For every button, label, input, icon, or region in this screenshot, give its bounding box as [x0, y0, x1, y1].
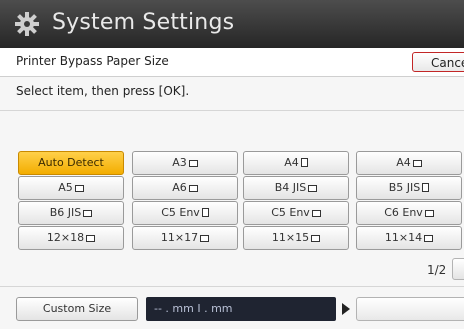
option-label: A4 — [396, 156, 411, 169]
option-label: C6 Env — [384, 206, 423, 219]
paper-orientation-icon — [188, 160, 198, 167]
paper-size-option[interactable]: A4 — [243, 151, 349, 175]
option-label: A4 — [284, 156, 299, 169]
paper-orientation-icon — [308, 185, 318, 192]
paper-size-option[interactable]: 11×17 — [132, 226, 238, 250]
paper-orientation-icon — [311, 235, 321, 242]
next-field-button[interactable] — [356, 297, 464, 321]
paper-orientation-icon — [74, 185, 84, 192]
option-label: B4 JIS — [274, 181, 307, 194]
paper-orientation-icon — [412, 160, 422, 167]
paper-size-option[interactable]: C5 Env — [132, 201, 238, 225]
page-counter: 1/2 — [427, 263, 447, 277]
page-up-button[interactable] — [452, 258, 464, 280]
paper-size-option[interactable]: 12×18 — [18, 226, 124, 250]
custom-size-display: -- . mm I . mm — [146, 297, 336, 321]
paper-size-option[interactable]: B4 JIS — [243, 176, 349, 200]
option-label: A5 — [58, 181, 73, 194]
option-label: 11×15 — [271, 231, 310, 244]
paper-size-option[interactable]: 11×14 — [356, 226, 462, 250]
option-label: B6 JIS — [49, 206, 82, 219]
paper-size-option[interactable]: B5 JIS — [356, 176, 462, 200]
paper-orientation-icon — [311, 210, 321, 217]
custom-size-button[interactable]: Custom Size — [16, 297, 138, 321]
paper-orientation-icon — [200, 235, 210, 242]
paper-size-option[interactable]: 11×15 — [243, 226, 349, 250]
paper-size-option[interactable]: C6 Env — [356, 201, 462, 225]
option-label: 12×18 — [46, 231, 85, 244]
paper-size-option[interactable]: Auto Detect — [18, 151, 124, 175]
paper-size-option[interactable]: C5 Env — [243, 201, 349, 225]
paper-size-grid: Auto Detect A3 A4 A4 A5 A6 B4 JIS B5 JIS B6 JIS C… — [0, 0, 464, 329]
paper-size-option[interactable]: B6 JIS — [18, 201, 124, 225]
option-label: A3 — [172, 156, 187, 169]
paper-orientation-icon — [300, 158, 308, 167]
paper-orientation-icon — [86, 235, 96, 242]
option-label: 11×14 — [384, 231, 423, 244]
screen: System Settings Printer Bypass Paper Siz… — [0, 0, 464, 329]
option-label: B5 JIS — [388, 181, 421, 194]
paper-size-option[interactable]: A6 — [132, 176, 238, 200]
paper-orientation-icon — [424, 210, 434, 217]
option-label: 11×17 — [160, 231, 199, 244]
paper-orientation-icon — [201, 208, 209, 217]
paper-size-option[interactable]: A4 — [356, 151, 462, 175]
paper-orientation-icon — [83, 210, 93, 217]
option-label: C5 Env — [271, 206, 310, 219]
arrow-right-icon — [342, 303, 350, 315]
paper-size-option[interactable]: A5 — [18, 176, 124, 200]
option-label: A6 — [172, 181, 187, 194]
paper-orientation-icon — [422, 183, 430, 192]
paper-size-option[interactable]: A3 — [132, 151, 238, 175]
option-label: C5 Env — [161, 206, 200, 219]
option-label: Auto Detect — [38, 156, 104, 169]
divider — [0, 286, 464, 287]
paper-orientation-icon — [188, 185, 198, 192]
paper-orientation-icon — [424, 235, 434, 242]
